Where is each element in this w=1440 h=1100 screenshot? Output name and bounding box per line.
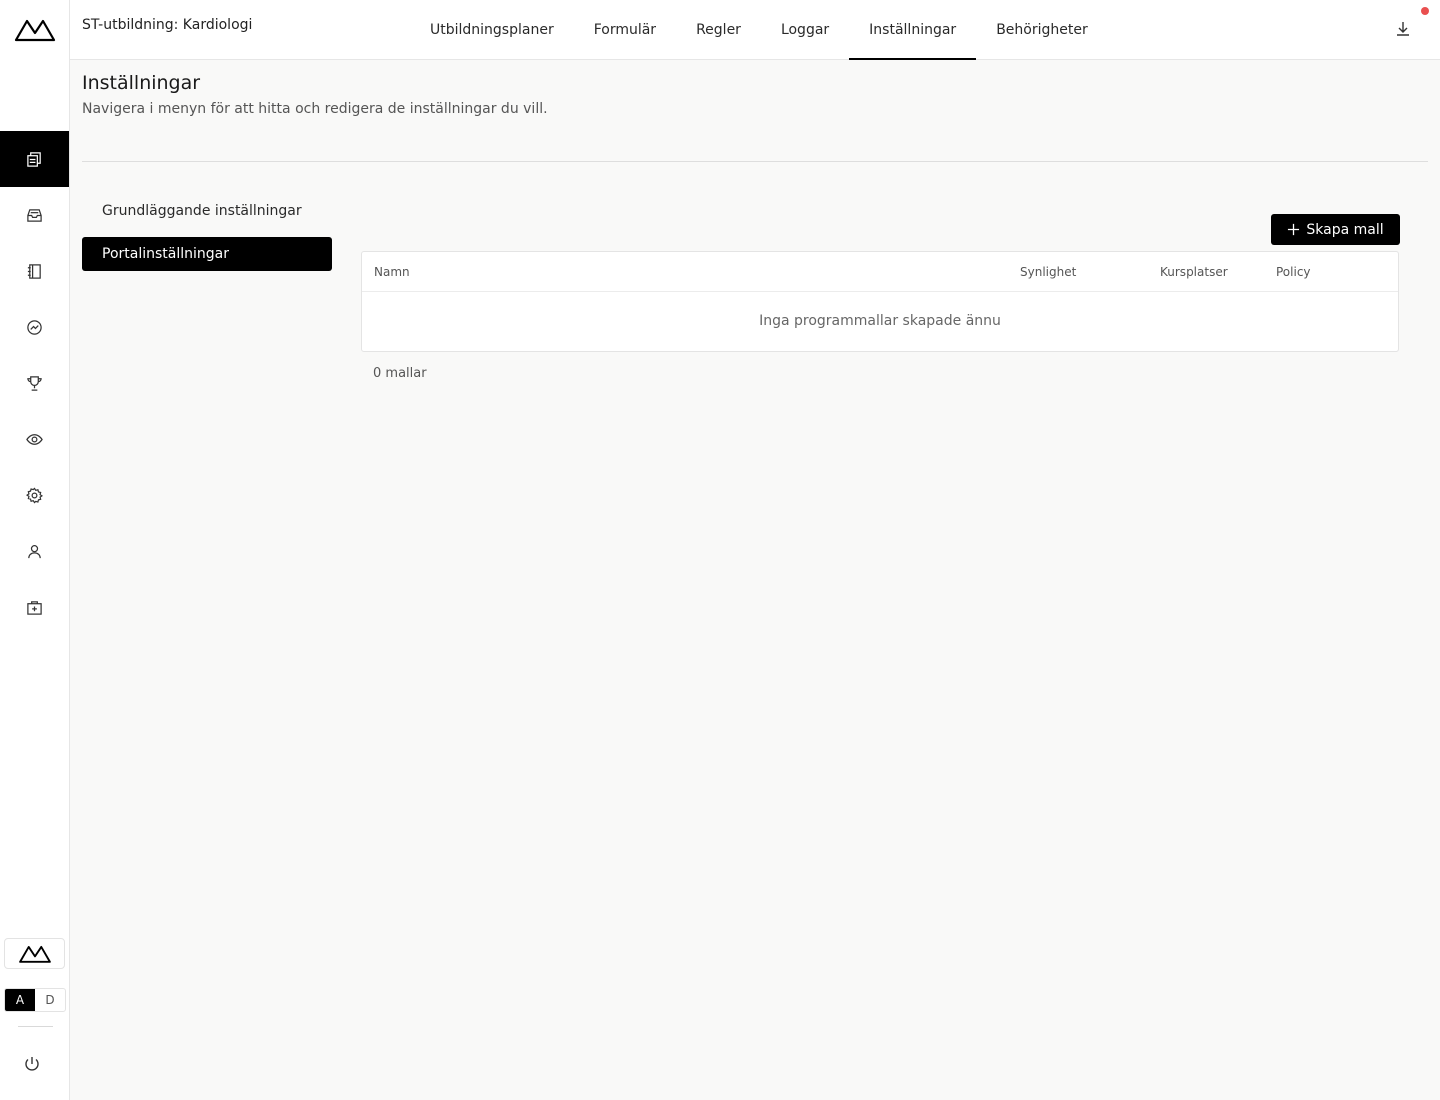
- tab-installningar[interactable]: Inställningar: [849, 0, 977, 60]
- header-divider: [82, 161, 1428, 162]
- nav-documents-icon[interactable]: [0, 131, 69, 187]
- nav-gear-icon[interactable]: [0, 467, 69, 523]
- column-header-kursplatser[interactable]: Kursplatser: [1160, 265, 1228, 279]
- tab-formular[interactable]: Formulär: [574, 0, 676, 60]
- page-subtitle: Navigera i menyn för att hitta och redig…: [82, 101, 548, 117]
- nav-inbox-icon[interactable]: [0, 187, 69, 243]
- tab-utbildningsplaner[interactable]: Utbildningsplaner: [410, 0, 574, 60]
- empty-state-text: Inga programmallar skapade ännu: [759, 313, 1001, 329]
- language-toggle[interactable]: A D: [4, 988, 66, 1012]
- nav-eye-icon[interactable]: [0, 411, 69, 467]
- download-icon[interactable]: [1394, 20, 1412, 38]
- plus-icon: [1288, 223, 1300, 236]
- tab-behorigheter[interactable]: Behörigheter: [976, 0, 1108, 60]
- column-header-namn[interactable]: Namn: [374, 265, 410, 279]
- lang-option-a[interactable]: A: [5, 989, 35, 1011]
- create-template-button[interactable]: Skapa mall: [1271, 214, 1400, 245]
- tab-loggar[interactable]: Loggar: [761, 0, 849, 60]
- sidebar: A D: [0, 0, 70, 1100]
- create-template-label: Skapa mall: [1306, 221, 1384, 238]
- page-title: Inställningar: [82, 72, 201, 94]
- logo-icon[interactable]: [14, 16, 56, 44]
- nav-trophy-icon[interactable]: [0, 355, 69, 411]
- power-icon[interactable]: [23, 1055, 41, 1073]
- submenu-item-grundlaggande[interactable]: Grundläggande inställningar: [82, 194, 332, 228]
- notification-dot: [1421, 7, 1429, 15]
- templates-count: 0 mallar: [373, 366, 427, 381]
- nav-progress-icon[interactable]: [0, 299, 69, 355]
- brand-logo-icon: [18, 945, 51, 963]
- lang-option-d[interactable]: D: [35, 989, 65, 1011]
- brand-logo-box: [4, 938, 65, 969]
- tab-regler[interactable]: Regler: [676, 0, 761, 60]
- top-bar: ST-utbildning: Kardiologi Utbildningspla…: [70, 0, 1440, 60]
- column-header-policy[interactable]: Policy: [1276, 265, 1311, 279]
- sidebar-divider: [18, 1026, 53, 1027]
- settings-submenu: Grundläggande inställningar Portalinstäl…: [82, 194, 332, 280]
- column-header-synlighet[interactable]: Synlighet: [1020, 265, 1076, 279]
- nav-medical-kit-icon[interactable]: [0, 579, 69, 635]
- table-header: Namn Synlighet Kursplatser Policy: [362, 252, 1398, 292]
- nav-user-icon[interactable]: [0, 523, 69, 579]
- templates-table: Namn Synlighet Kursplatser Policy Inga p…: [361, 251, 1399, 352]
- nav-notebook-icon[interactable]: [0, 243, 69, 299]
- main-tabs: Utbildningsplaner Formulär Regler Loggar…: [410, 0, 1108, 60]
- submenu-item-portal[interactable]: Portalinställningar: [82, 237, 332, 271]
- app-title: ST-utbildning: Kardiologi: [82, 17, 253, 33]
